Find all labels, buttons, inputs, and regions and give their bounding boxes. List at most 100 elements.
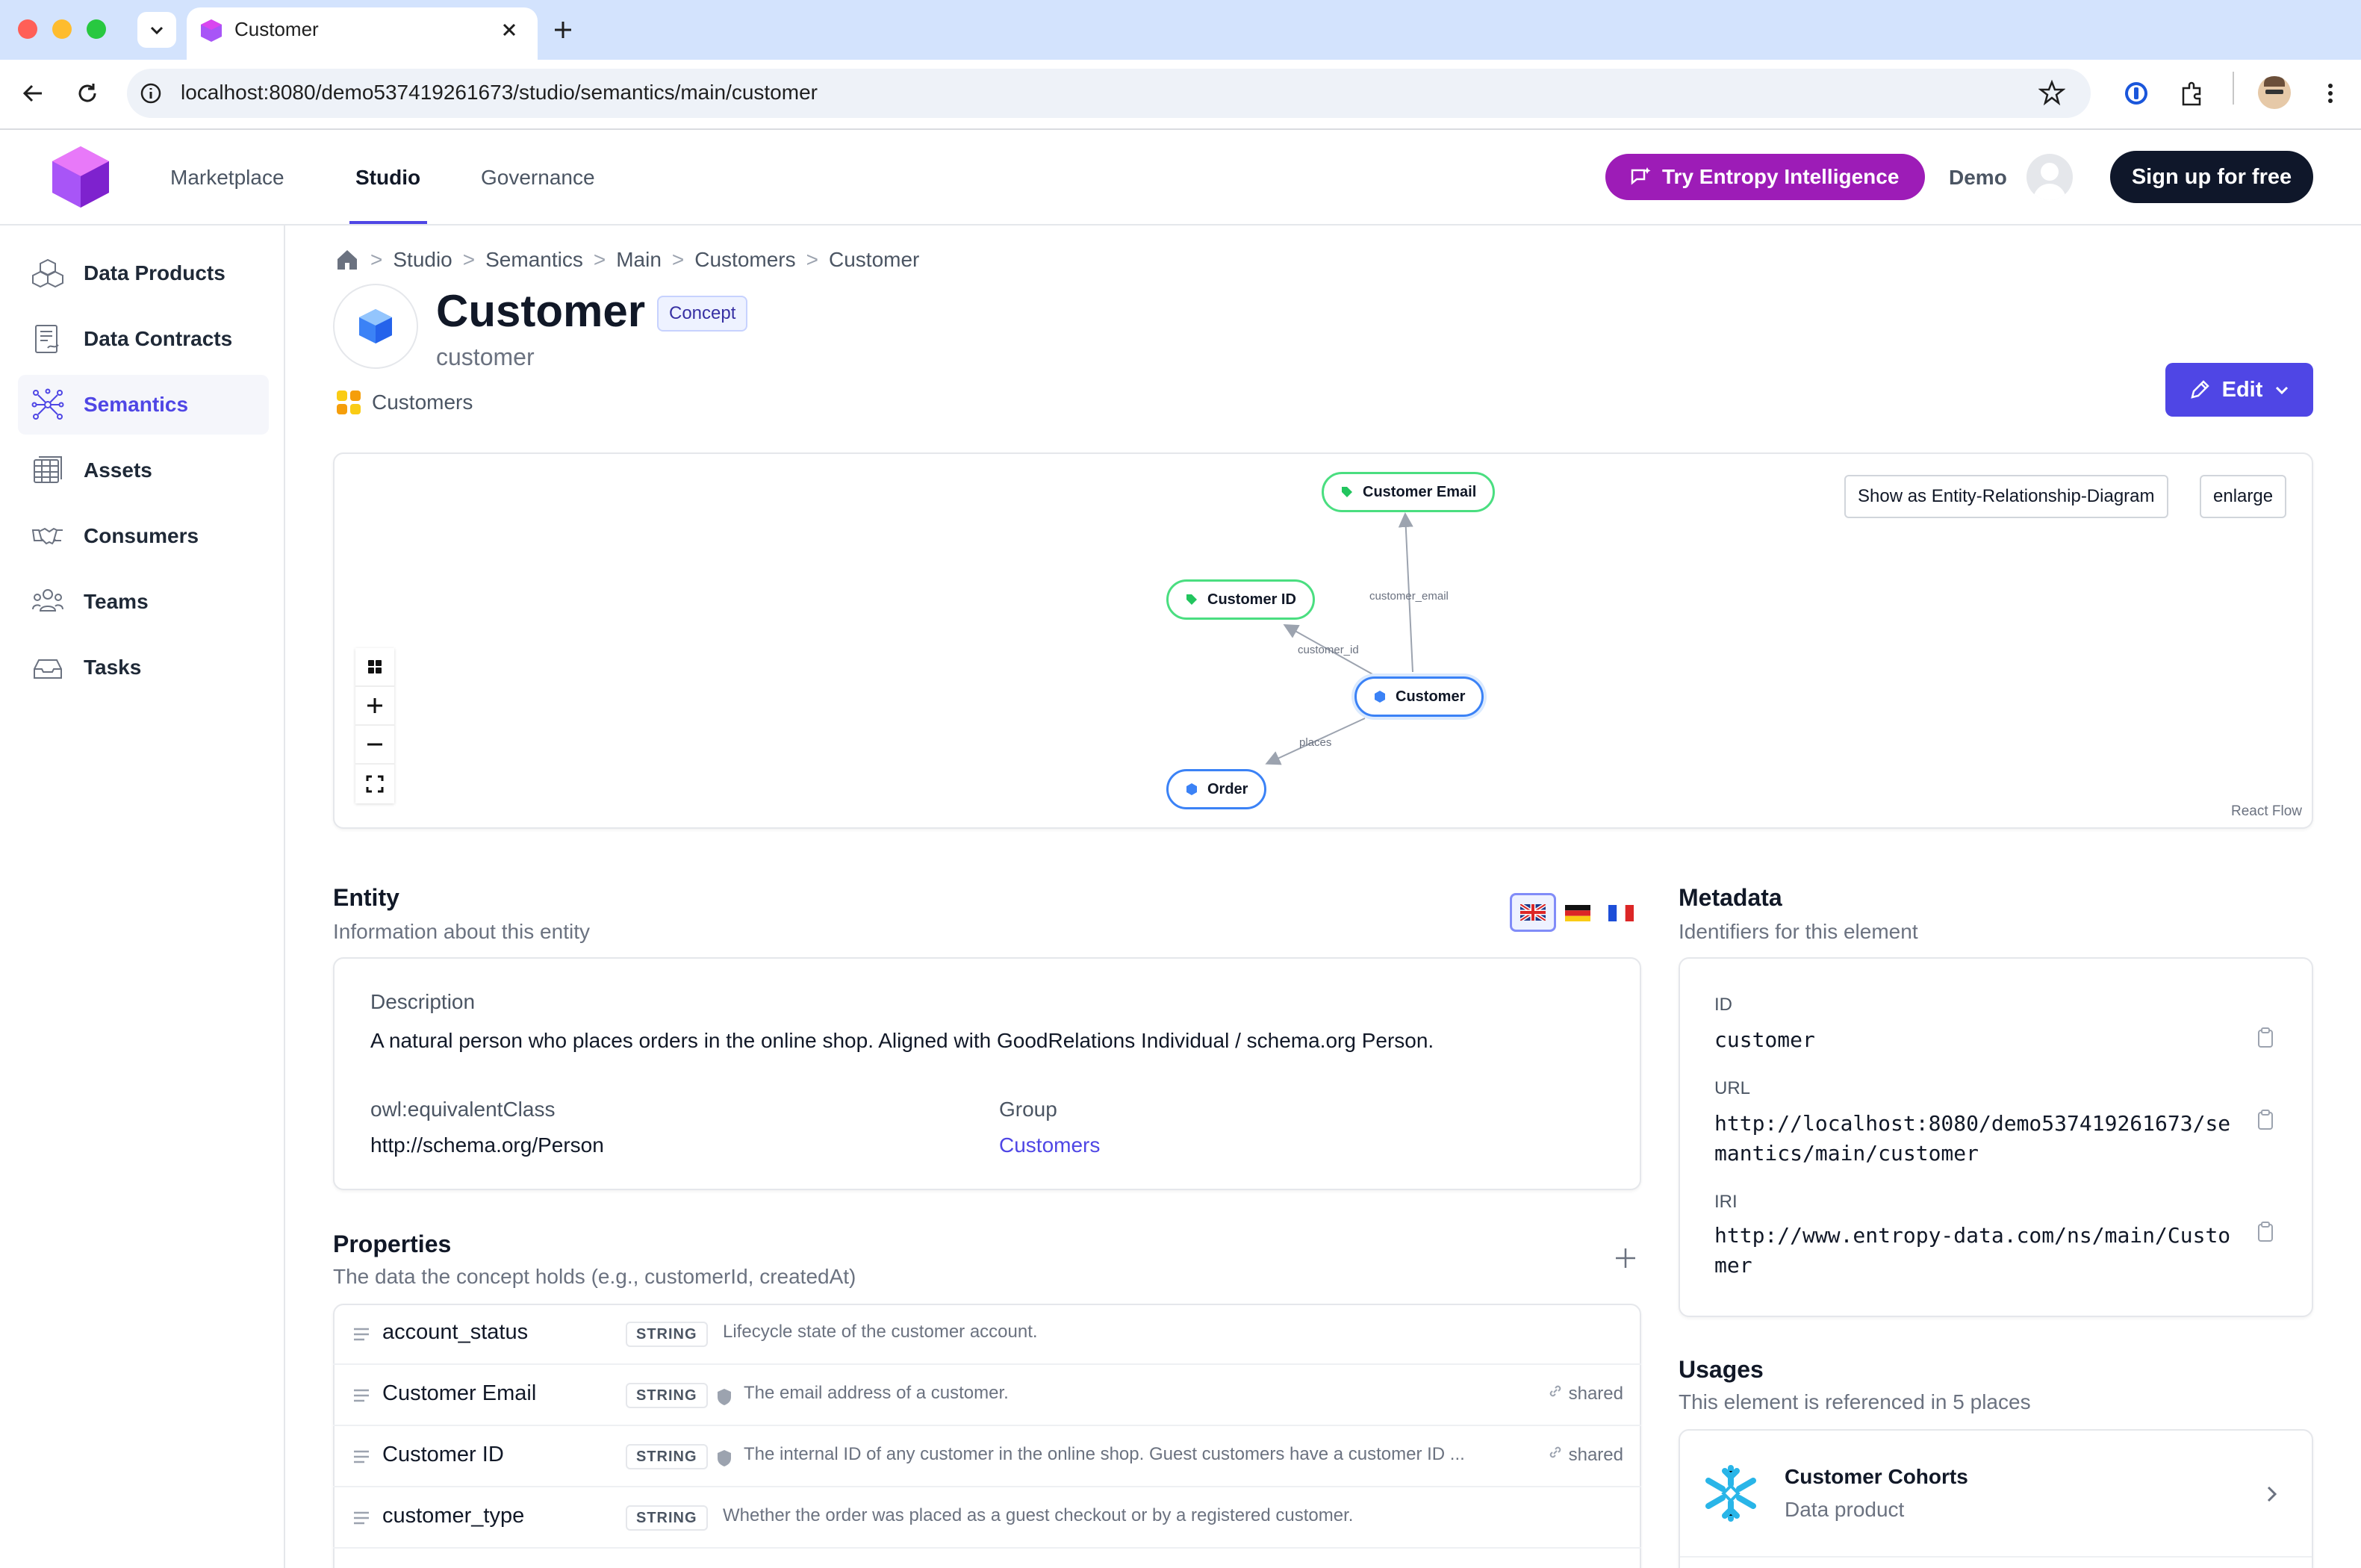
edge-label-customer-id: customer_id xyxy=(1298,644,1359,656)
fit-view-icon xyxy=(366,775,384,793)
bookmark-star-icon[interactable] xyxy=(2038,79,2065,106)
sidebar-item-semantics[interactable]: Semantics xyxy=(18,375,269,435)
cube-icon xyxy=(359,309,392,343)
property-row[interactable]: customer_type STRING Whether the order w… xyxy=(333,1487,1641,1549)
language-en-button[interactable] xyxy=(1510,893,1556,932)
copy-icon[interactable] xyxy=(2255,1108,2276,1132)
try-intelligence-button[interactable]: Try Entropy Intelligence xyxy=(1605,154,1925,200)
entropy-logo-icon[interactable] xyxy=(49,143,112,211)
tab-search-button[interactable] xyxy=(137,12,176,48)
sidebar-item-data-contracts[interactable]: Data Contracts xyxy=(18,309,269,369)
user-avatar[interactable] xyxy=(2026,154,2073,200)
new-tab-icon[interactable] xyxy=(551,18,575,42)
shield-icon xyxy=(718,1450,731,1466)
copy-icon[interactable] xyxy=(2255,1220,2276,1244)
fr-flag-icon[interactable] xyxy=(1608,905,1634,921)
uk-flag-icon xyxy=(1520,904,1546,921)
layout-button[interactable] xyxy=(355,648,394,687)
breadcrumb-main[interactable]: Main xyxy=(616,248,662,272)
group-label: Group xyxy=(999,1098,1057,1121)
chevron-down-icon xyxy=(150,26,164,35)
tag-icon xyxy=(1186,594,1197,605)
copy-icon[interactable] xyxy=(2255,1026,2276,1050)
property-row[interactable]: account_status STRING Lifecycle state of… xyxy=(333,1304,1641,1365)
page-subtitle: customer xyxy=(436,343,535,370)
de-flag-icon[interactable] xyxy=(1565,905,1590,921)
entity-title: Entity xyxy=(333,884,399,911)
minus-icon xyxy=(367,743,382,746)
shared-label: shared xyxy=(1568,1384,1623,1404)
id-label: ID xyxy=(1714,995,1732,1015)
property-row[interactable]: Customer Email STRING The email address … xyxy=(333,1365,1641,1426)
group-tag[interactable]: Customers xyxy=(336,390,473,415)
url-value-line2: mantics/main/customer xyxy=(1714,1141,1979,1166)
er-diagram-button[interactable]: Show as Entity-Relationship-Diagram xyxy=(1844,475,2168,518)
profile-avatar[interactable] xyxy=(2258,76,2291,109)
tag-icon xyxy=(1342,487,1352,497)
sidebar-item-tasks[interactable]: Tasks xyxy=(18,638,269,697)
lines-icon xyxy=(354,1450,369,1463)
chevron-right-icon xyxy=(2267,1486,2277,1502)
zoom-out-button[interactable] xyxy=(355,726,394,765)
address-bar[interactable]: localhost:8080/demo537419261673/studio/s… xyxy=(127,69,2091,118)
react-flow-attribution[interactable]: React Flow xyxy=(2231,803,2302,820)
lines-icon xyxy=(354,1328,369,1341)
edit-button[interactable]: Edit xyxy=(2165,363,2313,417)
usage-subtitle: Data product xyxy=(1785,1498,1905,1521)
node-customer[interactable]: Customer xyxy=(1354,676,1484,717)
url-value-line1: http://localhost:8080/demo537419261673/s… xyxy=(1714,1111,2231,1136)
tab-favicon-icon xyxy=(201,19,222,42)
chevron-down-icon xyxy=(2276,386,2289,395)
lines-icon xyxy=(354,1389,369,1402)
try-intelligence-label: Try Entropy Intelligence xyxy=(1662,165,1900,188)
signup-button[interactable]: Sign up for free xyxy=(2110,151,2313,203)
group-link[interactable]: Customers xyxy=(999,1133,1100,1157)
password-manager-icon[interactable] xyxy=(2122,79,2150,108)
equivalent-class-value: http://schema.org/Person xyxy=(370,1133,604,1157)
browser-menu-icon[interactable] xyxy=(2316,79,2345,108)
close-tab-icon[interactable] xyxy=(499,19,520,40)
zoom-in-button[interactable] xyxy=(355,687,394,726)
browser-tab[interactable]: Customer xyxy=(187,7,538,60)
nav-studio[interactable]: Studio xyxy=(355,166,420,190)
enlarge-button[interactable]: enlarge xyxy=(2200,475,2287,518)
sidebar-item-data-products[interactable]: Data Products xyxy=(18,243,269,303)
contract-icon xyxy=(35,325,59,353)
nav-marketplace[interactable]: Marketplace xyxy=(170,166,284,190)
home-icon[interactable] xyxy=(335,247,360,273)
sidebar-item-assets[interactable]: Assets xyxy=(18,441,269,500)
back-arrow-icon[interactable] xyxy=(19,79,48,108)
metadata-subtitle: Identifiers for this element xyxy=(1679,920,1918,943)
add-property-icon[interactable] xyxy=(1613,1245,1638,1271)
url-label: URL xyxy=(1714,1078,1751,1098)
maximize-window-button[interactable] xyxy=(87,19,106,39)
url-text: localhost:8080/demo537419261673/studio/s… xyxy=(181,81,818,104)
node-customer-email[interactable]: Customer Email xyxy=(1322,472,1496,512)
layout-grid-icon xyxy=(368,660,382,673)
lines-icon xyxy=(354,1511,369,1525)
nav-governance[interactable]: Governance xyxy=(481,166,595,190)
breadcrumb-studio[interactable]: Studio xyxy=(393,248,452,272)
usage-title: Customer Cohorts xyxy=(1785,1465,1968,1488)
usages-title: Usages xyxy=(1679,1356,1764,1383)
shared-label: shared xyxy=(1568,1445,1623,1465)
fit-view-button[interactable] xyxy=(355,765,394,803)
property-row[interactable]: Customer ID STRING The internal ID of an… xyxy=(333,1426,1641,1487)
node-order[interactable]: Order xyxy=(1166,769,1267,809)
node-customer-id[interactable]: Customer ID xyxy=(1166,579,1315,620)
sidebar-item-teams[interactable]: Teams xyxy=(18,572,269,632)
tab-title: Customer xyxy=(234,18,319,40)
close-window-button[interactable] xyxy=(18,19,37,39)
usages-subtitle: This element is referenced in 5 places xyxy=(1679,1390,2031,1413)
reload-icon[interactable] xyxy=(73,79,102,108)
minimize-window-button[interactable] xyxy=(52,19,72,39)
link-icon xyxy=(1549,1446,1561,1458)
usage-item[interactable]: Customer Cohorts Data product xyxy=(1680,1431,2312,1558)
extensions-icon[interactable] xyxy=(2177,79,2206,108)
breadcrumb-customers[interactable]: Customers xyxy=(694,248,795,272)
sidebar-item-consumers[interactable]: Consumers xyxy=(18,506,269,566)
breadcrumb-semantics[interactable]: Semantics xyxy=(485,248,583,272)
link-icon xyxy=(1549,1385,1561,1397)
plus-icon xyxy=(367,698,382,713)
site-info-icon[interactable] xyxy=(139,81,163,105)
